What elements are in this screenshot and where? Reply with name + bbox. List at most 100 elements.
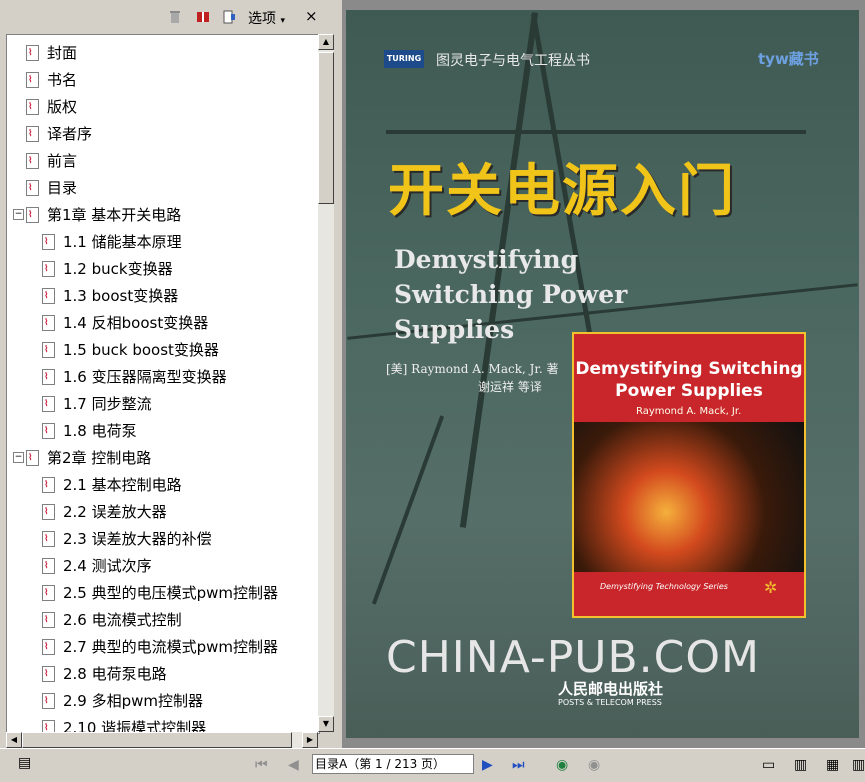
bookmark-subitem[interactable]: ⌇ 2.5 典型的电压模式pwm控制器 bbox=[41, 579, 278, 606]
vertical-scrollbar[interactable]: ▲ ▼ bbox=[318, 34, 334, 732]
forward-icon[interactable]: ◉ bbox=[588, 757, 600, 773]
pdf-page-icon: ⌇ bbox=[41, 611, 55, 628]
bookmark-item[interactable]: ⌇ 前言 bbox=[25, 147, 77, 174]
bookmark-subitem[interactable]: ⌇ 1.3 boost变换器 bbox=[41, 282, 178, 309]
bookmark-item[interactable]: ⌇ 封面 bbox=[25, 39, 77, 66]
bookmark-subitem[interactable]: ⌇ 2.9 多相pwm控制器 bbox=[41, 687, 203, 714]
bookmark-item[interactable]: ⌇ 书名 bbox=[25, 66, 77, 93]
inner-title-line: Power Supplies bbox=[615, 381, 763, 401]
pdf-page-icon: ⌇ bbox=[41, 638, 55, 655]
bookmark-item[interactable]: ⌇ 版权 bbox=[25, 93, 77, 120]
status-bar: ▤ ⏮ ◀ 目录A（第 1 / 213 页） ▶ ⏭ ◉ ◉ ▭ ▥ ▦ ▥ bbox=[0, 748, 865, 782]
bookmark-subitem[interactable]: ⌇ 2.2 误差放大器 bbox=[41, 498, 167, 525]
next-page-icon[interactable]: ▶ bbox=[482, 757, 493, 773]
bookmark-item[interactable]: ⌇ 目录 bbox=[25, 174, 77, 201]
page-number-field[interactable]: 目录A（第 1 / 213 页） bbox=[312, 754, 474, 774]
bookmark-subitem[interactable]: ⌇ 1.2 buck变换器 bbox=[41, 255, 173, 282]
scroll-up-icon[interactable]: ▲ bbox=[318, 34, 334, 50]
bookmark-label: 1.1 储能基本原理 bbox=[63, 233, 182, 251]
trash-icon[interactable] bbox=[168, 10, 182, 24]
bookmark-label: 2.4 测试次序 bbox=[63, 557, 152, 575]
collapse-icon[interactable]: − bbox=[13, 209, 24, 220]
bookmark-label: 版权 bbox=[47, 98, 78, 116]
panel-toggle-icon[interactable]: ▤ bbox=[18, 755, 31, 771]
back-icon[interactable]: ◉ bbox=[556, 757, 568, 773]
pdf-page-icon: ⌇ bbox=[25, 179, 39, 196]
fiber-optic-image bbox=[574, 422, 804, 572]
bookmark-subitem[interactable]: ⌇ 1.8 电荷泵 bbox=[41, 417, 137, 444]
publisher-en: POSTS & TELECOM PRESS bbox=[558, 698, 662, 707]
bookmark-item[interactable]: − ⌇ 第1章 基本开关电路 bbox=[13, 201, 182, 228]
horizontal-scrollbar[interactable]: ◀ ▶ bbox=[6, 732, 318, 748]
pdf-page-icon: ⌇ bbox=[41, 422, 55, 439]
facing-pages-icon[interactable]: ▦ bbox=[826, 757, 839, 773]
bookmark-subitem[interactable]: ⌇ 2.6 电流模式控制 bbox=[41, 606, 182, 633]
bookmark-label: 1.3 boost变换器 bbox=[63, 287, 179, 305]
tower-line bbox=[386, 130, 806, 134]
collapse-icon[interactable]: − bbox=[13, 452, 24, 463]
bookmarks-panel: 选项 ▾ × ⌇ 封面 ⌇ 书名 ⌇ 版权 ⌇ 译者序 ⌇ 前言 ⌇ 目录 − ⌇ 第1章 基本开关电路 ⌇ 1… bbox=[0, 0, 334, 748]
close-button[interactable]: × bbox=[305, 7, 318, 25]
single-page-icon[interactable]: ▭ bbox=[762, 757, 775, 773]
continuous-facing-icon[interactable]: ▥ bbox=[852, 757, 865, 773]
bookmark-label: 1.7 同步整流 bbox=[63, 395, 152, 413]
bookmark-subitem[interactable]: ⌇ 2.3 误差放大器的补偿 bbox=[41, 525, 212, 552]
bookmark-subitem[interactable]: ⌇ 2.7 典型的电流模式pwm控制器 bbox=[41, 633, 278, 660]
bookmark-label: 译者序 bbox=[47, 125, 93, 143]
bookmark-icon[interactable] bbox=[222, 10, 236, 24]
options-menu[interactable]: 选项 ▾ bbox=[248, 8, 285, 28]
hscroll-thumb[interactable] bbox=[22, 732, 292, 748]
scroll-left-icon[interactable]: ◀ bbox=[6, 732, 22, 748]
last-page-icon[interactable]: ⏭ bbox=[512, 757, 525, 773]
bookmark-subitem[interactable]: ⌇ 1.7 同步整流 bbox=[41, 390, 152, 417]
prev-page-icon[interactable]: ◀ bbox=[288, 757, 299, 773]
document-view: TURING 图灵电子与电气工程丛书 tyw藏书 开关电源入门 Demystif… bbox=[342, 0, 865, 748]
bookmark-subitem[interactable]: ⌇ 1.4 反相boost变换器 bbox=[41, 309, 208, 336]
book-icon[interactable] bbox=[196, 10, 210, 24]
scroll-thumb[interactable] bbox=[318, 52, 334, 204]
bookmark-subitem[interactable]: ⌇ 2.10 谐振模式控制器 bbox=[41, 714, 206, 733]
continuous-page-icon[interactable]: ▥ bbox=[794, 757, 807, 773]
book-title-cn: 开关电源入门 bbox=[388, 158, 736, 224]
pdf-page-icon: ⌇ bbox=[41, 476, 55, 493]
original-cover-image: Demystifying Switching Power Supplies Ra… bbox=[572, 332, 806, 618]
website-watermark: CHINA-PUB.COM bbox=[386, 632, 760, 683]
inner-title-line: Demystifying Switching bbox=[575, 359, 803, 379]
series-title: 图灵电子与电气工程丛书 bbox=[436, 53, 590, 69]
bookmark-label: 1.4 反相boost变换器 bbox=[63, 314, 209, 332]
pane-splitter[interactable] bbox=[334, 0, 342, 748]
bookmark-item[interactable]: − ⌇ 第2章 控制电路 bbox=[13, 444, 151, 471]
bookmark-subitem[interactable]: ⌇ 1.5 buck boost变换器 bbox=[41, 336, 219, 363]
bookmark-label: 前言 bbox=[47, 152, 78, 170]
bookmark-label: 2.7 典型的电流模式pwm控制器 bbox=[63, 638, 279, 656]
bookmark-subitem[interactable]: ⌇ 2.4 测试次序 bbox=[41, 552, 152, 579]
title-en-line: Demystifying bbox=[394, 245, 579, 274]
options-label: 选项 bbox=[248, 11, 276, 27]
bookmark-subitem[interactable]: ⌇ 2.1 基本控制电路 bbox=[41, 471, 182, 498]
bookmark-subitem[interactable]: ⌇ 2.8 电荷泵电路 bbox=[41, 660, 167, 687]
bookmark-label: 第1章 基本开关电路 bbox=[47, 206, 182, 224]
scroll-down-icon[interactable]: ▼ bbox=[318, 716, 334, 732]
first-page-icon[interactable]: ⏮ bbox=[255, 757, 268, 773]
inner-series: Demystifying Technology Series bbox=[600, 582, 728, 591]
author: [美] Raymond A. Mack, Jr. 著 bbox=[386, 362, 559, 376]
inner-author: Raymond A. Mack, Jr. bbox=[636, 406, 742, 417]
pdf-page-icon: ⌇ bbox=[25, 98, 39, 115]
bookmark-item[interactable]: ⌇ 译者序 bbox=[25, 120, 92, 147]
bookmark-label: 2.1 基本控制电路 bbox=[63, 476, 182, 494]
bookmark-label: 2.9 多相pwm控制器 bbox=[63, 692, 204, 710]
bookmark-label: 1.6 变压器隔离型变换器 bbox=[63, 368, 227, 386]
book-cover-page: TURING 图灵电子与电气工程丛书 tyw藏书 开关电源入门 Demystif… bbox=[346, 10, 859, 738]
pdf-page-icon: ⌇ bbox=[25, 206, 39, 223]
scroll-right-icon[interactable]: ▶ bbox=[302, 732, 318, 748]
pdf-page-icon: ⌇ bbox=[25, 125, 39, 142]
bookmark-subitem[interactable]: ⌇ 1.6 变压器隔离型变换器 bbox=[41, 363, 227, 390]
bookmark-label: 书名 bbox=[47, 71, 78, 89]
publisher-logo: TURING bbox=[384, 50, 424, 68]
bookmark-subitem[interactable]: ⌇ 1.1 储能基本原理 bbox=[41, 228, 182, 255]
pdf-page-icon: ⌇ bbox=[41, 260, 55, 277]
bookmarks-toolbar: 选项 ▾ × bbox=[0, 0, 334, 34]
tower-line bbox=[371, 415, 445, 605]
pdf-page-icon: ⌇ bbox=[25, 449, 39, 466]
bookmark-label: 2.6 电流模式控制 bbox=[63, 611, 182, 629]
